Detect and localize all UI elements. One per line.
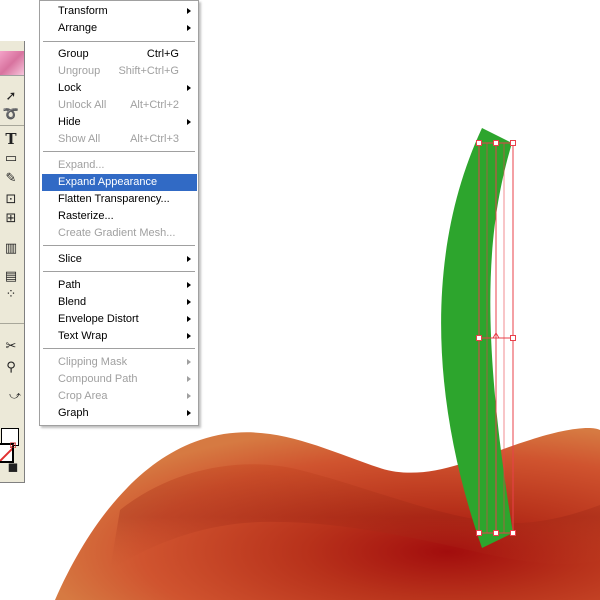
scissors-tool-icon[interactable]: ✂	[0, 337, 22, 355]
menu-item-label: Arrange	[58, 22, 98, 34]
menu-item-lock[interactable]: Lock	[42, 80, 197, 97]
submenu-arrow-icon	[187, 85, 191, 91]
menu-separator	[43, 245, 195, 246]
menu-item-slice[interactable]: Slice	[42, 251, 197, 268]
menu-item-label: Slice	[58, 253, 82, 265]
none-color-icon[interactable]: ⧄	[2, 435, 24, 453]
submenu-arrow-icon	[187, 393, 191, 399]
submenu-arrow-icon	[187, 316, 191, 322]
menu-item-label: Path	[58, 279, 81, 291]
menu-item-blend[interactable]: Blend	[42, 294, 197, 311]
direct-selection-tool-icon[interactable]: ➚	[0, 87, 22, 105]
zoom-tool-icon[interactable]: ⚲	[0, 358, 22, 376]
menu-item-compound-path: Compound Path	[42, 371, 197, 388]
menu-item-label: Create Gradient Mesh...	[58, 227, 176, 239]
menu-item-hide[interactable]: Hide	[42, 114, 197, 131]
submenu-arrow-icon	[187, 333, 191, 339]
menu-item-path[interactable]: Path	[42, 277, 197, 294]
object-context-menu: Transform Arrange Group Ctrl+G Ungroup S…	[39, 0, 199, 426]
type-tool-icon[interactable]: T	[0, 130, 22, 148]
menu-item-shortcut: Ctrl+G	[146, 48, 179, 60]
rectangle-tool-icon[interactable]: ▭	[0, 149, 22, 167]
submenu-arrow-icon	[187, 8, 191, 14]
menu-item-label: Ungroup	[58, 65, 101, 77]
gradient-tool-icon[interactable]: ▤	[0, 267, 22, 285]
menu-separator	[43, 151, 195, 152]
menu-item-clipping-mask: Clipping Mask	[42, 354, 197, 371]
menu-item-label: Show All	[58, 133, 101, 145]
menu-item-shortcut: Alt+Ctrl+2	[130, 99, 179, 111]
menu-item-expand: Expand...	[42, 157, 197, 174]
menu-item-envelope-distort[interactable]: Envelope Distort	[42, 311, 197, 328]
menu-item-label: Flatten Transparency...	[58, 193, 170, 205]
menu-item-crop-area: Crop Area	[42, 388, 197, 405]
menu-item-label: Lock	[58, 82, 82, 94]
menu-item-ungroup: Ungroup Shift+Ctrl+G	[42, 63, 197, 80]
lasso-tool-icon[interactable]: ➰	[0, 105, 22, 123]
menu-separator	[43, 41, 195, 42]
menu-item-label: Rasterize...	[58, 210, 114, 222]
submenu-arrow-icon	[187, 256, 191, 262]
menu-item-label: Clipping Mask	[58, 356, 128, 368]
menu-item-label: Text Wrap	[58, 330, 108, 342]
submenu-arrow-icon	[187, 410, 191, 416]
free-transform-tool-icon[interactable]: ⊞	[0, 209, 22, 227]
tools-divider	[0, 323, 24, 324]
menu-item-shortcut: Shift+Ctrl+G	[118, 65, 179, 77]
submenu-arrow-icon	[187, 25, 191, 31]
screen-mode-icon[interactable]: ◼	[2, 458, 24, 476]
menu-item-expand-appearance[interactable]: Expand Appearance	[42, 174, 197, 191]
menu-item-text-wrap[interactable]: Text Wrap	[42, 328, 197, 345]
menu-item-create-gradient-mesh: Create Gradient Mesh...	[42, 225, 197, 242]
swap-colors-icon[interactable]: ⤻	[4, 386, 26, 404]
submenu-arrow-icon	[187, 299, 191, 305]
menu-item-label: Expand...	[58, 159, 105, 171]
paintbrush-tool-icon[interactable]: ✎	[0, 169, 22, 187]
menu-separator	[43, 348, 195, 349]
menu-item-group[interactable]: Group Ctrl+G	[42, 46, 197, 63]
menu-item-label: Crop Area	[58, 390, 108, 402]
menu-item-transform[interactable]: Transform	[42, 3, 197, 20]
menu-item-label: Transform	[58, 5, 108, 17]
tools-divider	[0, 125, 24, 126]
menu-item-label: Hide	[58, 116, 81, 128]
submenu-arrow-icon	[187, 282, 191, 288]
menu-item-label: Compound Path	[58, 373, 138, 385]
menu-item-rasterize[interactable]: Rasterize...	[42, 208, 197, 225]
menu-item-show-all: Show All Alt+Ctrl+3	[42, 131, 197, 148]
menu-item-unlock-all: Unlock All Alt+Ctrl+2	[42, 97, 197, 114]
tools-panel: ➚ ➰ T ▭ ✎ ⊡ ⊞ ▥ ▤ ⁘ ✂ ⚲ ⤻ ⧄ ◼	[0, 41, 25, 483]
menu-item-label: Group	[58, 48, 89, 60]
menu-item-label: Envelope Distort	[58, 313, 139, 325]
panel-thumbnail	[0, 51, 24, 76]
submenu-arrow-icon	[187, 359, 191, 365]
menu-item-label: Graph	[58, 407, 89, 419]
menu-item-graph[interactable]: Graph	[42, 405, 197, 422]
graph-tool-icon[interactable]: ▥	[0, 239, 22, 257]
menu-item-label: Blend	[58, 296, 87, 308]
scale-tool-icon[interactable]: ⊡	[0, 190, 22, 208]
menu-separator	[43, 271, 195, 272]
menu-item-shortcut: Alt+Ctrl+3	[130, 133, 179, 145]
menu-item-label: Unlock All	[58, 99, 107, 111]
menu-item-flatten-transparency[interactable]: Flatten Transparency...	[42, 191, 197, 208]
menu-item-arrange[interactable]: Arrange	[42, 20, 197, 37]
blend-tool-icon[interactable]: ⁘	[0, 285, 22, 303]
menu-item-label: Expand Appearance	[58, 176, 158, 188]
submenu-arrow-icon	[187, 376, 191, 382]
submenu-arrow-icon	[187, 119, 191, 125]
